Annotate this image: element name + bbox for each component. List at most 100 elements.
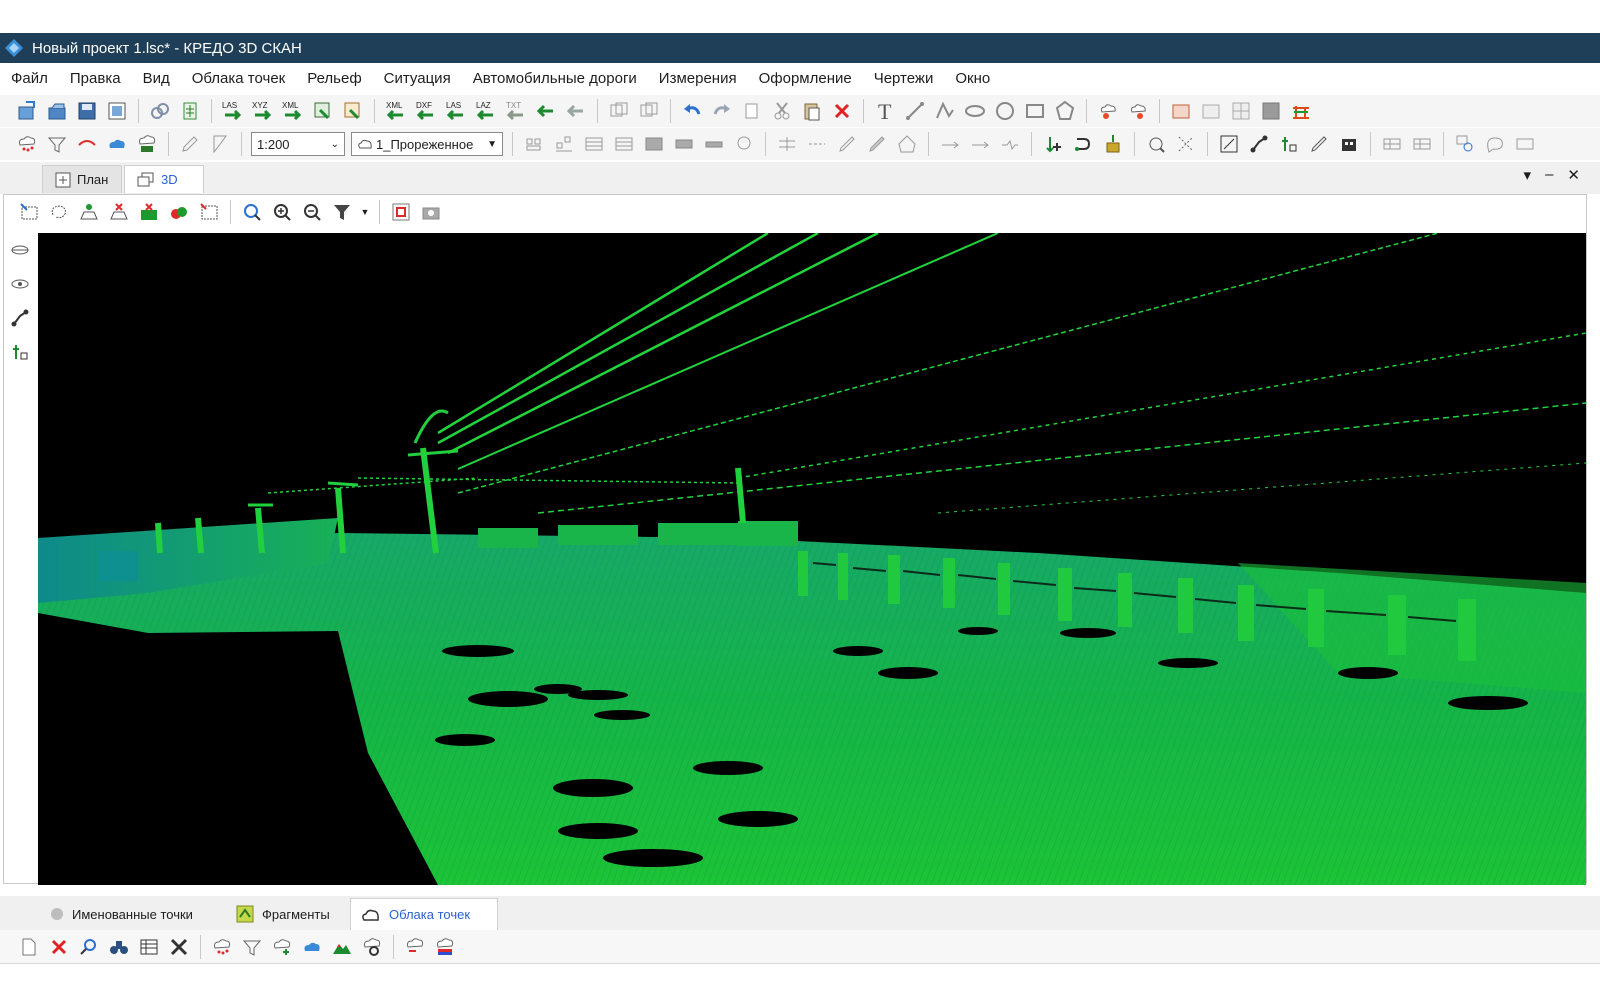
export-dxf-icon[interactable]: DXF: [413, 98, 439, 124]
binoculars-icon[interactable]: [106, 934, 132, 960]
cloud-blue-icon[interactable]: [104, 131, 130, 157]
text-tool-icon[interactable]: T: [872, 98, 898, 124]
arrow-line-icon[interactable]: [804, 131, 830, 157]
menu-measurements[interactable]: Измерения: [648, 70, 748, 87]
menu-roads[interactable]: Автомобильные дороги: [462, 70, 648, 87]
brush-icon[interactable]: [864, 131, 890, 157]
inspect-icon[interactable]: [1452, 131, 1478, 157]
save-all-icon[interactable]: [104, 98, 130, 124]
cloud-export-icon[interactable]: [1125, 98, 1151, 124]
add-point-icon[interactable]: [1040, 131, 1066, 157]
paste-icon[interactable]: [799, 98, 825, 124]
menu-point-clouds[interactable]: Облака точек: [181, 70, 297, 87]
cloud-filter-icon[interactable]: [239, 934, 265, 960]
menu-drawings[interactable]: Чертежи: [863, 70, 945, 87]
zoom-person-icon[interactable]: [239, 199, 265, 225]
cloud-filter-icon[interactable]: [44, 131, 70, 157]
menu-edit[interactable]: Правка: [59, 70, 132, 87]
export-green-icon[interactable]: [533, 98, 559, 124]
node-link-icon[interactable]: [1246, 131, 1272, 157]
object-icon[interactable]: [1100, 131, 1126, 157]
table-grid-icon[interactable]: [1379, 131, 1405, 157]
cloud-select[interactable]: 1_Прореженное ▼: [351, 132, 503, 156]
ellipse-tool-icon[interactable]: [962, 98, 988, 124]
line-tool-icon[interactable]: [902, 98, 928, 124]
select-frame-icon[interactable]: [16, 199, 42, 225]
node-edit-icon[interactable]: [7, 305, 33, 331]
align-icon[interactable]: [774, 131, 800, 157]
table5-icon[interactable]: [701, 131, 727, 157]
surface-icon[interactable]: [1168, 98, 1194, 124]
export-gray-icon[interactable]: [563, 98, 589, 124]
tree-point-icon[interactable]: [1276, 131, 1302, 157]
cloud-points-icon[interactable]: [14, 131, 40, 157]
break-line-icon[interactable]: [997, 131, 1023, 157]
polygon-tool-icon[interactable]: [1052, 98, 1078, 124]
flag-icon[interactable]: [207, 131, 233, 157]
clip-box-icon[interactable]: [196, 199, 222, 225]
layers-icon[interactable]: [177, 98, 203, 124]
remove-points-icon[interactable]: [136, 199, 162, 225]
3d-viewport[interactable]: [38, 233, 1586, 885]
filter-icon[interactable]: [329, 199, 355, 225]
delete-icon[interactable]: [829, 98, 855, 124]
table2-icon[interactable]: [611, 131, 637, 157]
import-xyz-icon[interactable]: XYZ: [250, 98, 276, 124]
minimize-button[interactable]: –: [1545, 166, 1553, 184]
pen-icon[interactable]: [834, 131, 860, 157]
polyline-tool-icon[interactable]: [932, 98, 958, 124]
table3-icon[interactable]: [641, 131, 667, 157]
tab-plan[interactable]: План: [42, 165, 122, 193]
zoom-out-icon[interactable]: [299, 199, 325, 225]
terrain-icon[interactable]: [329, 934, 355, 960]
menu-design[interactable]: Оформление: [748, 70, 863, 87]
zoom-extents-icon[interactable]: [1216, 131, 1242, 157]
window-menu-button[interactable]: ▾: [1524, 166, 1532, 184]
speech-icon[interactable]: [1482, 131, 1508, 157]
copy-frame-icon[interactable]: [606, 98, 632, 124]
menu-file[interactable]: Файл: [0, 70, 59, 87]
fill-icon[interactable]: [1258, 98, 1284, 124]
tab-fragments[interactable]: Фрагменты: [226, 898, 346, 930]
surface-grid-icon[interactable]: [1228, 98, 1254, 124]
tab-point-clouds[interactable]: Облака точек: [350, 898, 498, 930]
cloud-remove-icon[interactable]: [402, 934, 428, 960]
house-icon[interactable]: [894, 131, 920, 157]
open-icon[interactable]: [44, 98, 70, 124]
points-grid2-icon[interactable]: [551, 131, 577, 157]
comment-icon[interactable]: [1512, 131, 1538, 157]
import-image-icon[interactable]: [310, 98, 336, 124]
import-las-icon[interactable]: LAS: [220, 98, 246, 124]
layer-cloud-icon[interactable]: [7, 271, 33, 297]
tree-edit-icon[interactable]: [7, 339, 33, 365]
export-xml-icon[interactable]: XML: [383, 98, 409, 124]
link-icon[interactable]: [147, 98, 173, 124]
cloud-settings-icon[interactable]: [359, 934, 385, 960]
search-icon[interactable]: [76, 934, 102, 960]
layer-view-icon[interactable]: [7, 237, 33, 263]
pencil-markup-icon[interactable]: [1306, 131, 1332, 157]
undo-icon[interactable]: [679, 98, 705, 124]
table4-icon[interactable]: [671, 131, 697, 157]
menu-situation[interactable]: Ситуация: [373, 70, 462, 87]
table-grid2-icon[interactable]: [1409, 131, 1435, 157]
rectangle-tool-icon[interactable]: [1022, 98, 1048, 124]
close-button[interactable]: ✕: [1567, 166, 1580, 184]
classify-points-icon[interactable]: [166, 199, 192, 225]
select-lasso-icon[interactable]: [46, 199, 72, 225]
select-area-icon[interactable]: [1143, 131, 1169, 157]
filter-dropdown-icon[interactable]: ▼: [359, 199, 371, 225]
cloud-layer-icon[interactable]: [134, 131, 160, 157]
export-txt-icon[interactable]: TXT: [503, 98, 529, 124]
camera-icon[interactable]: [418, 199, 444, 225]
route-icon[interactable]: [1070, 131, 1096, 157]
import-drawing-icon[interactable]: [340, 98, 366, 124]
points-grid-icon[interactable]: [521, 131, 547, 157]
zoom-in-icon[interactable]: [269, 199, 295, 225]
new-document-icon[interactable]: [16, 934, 42, 960]
scale-select[interactable]: 1:200 ⌄: [251, 132, 345, 156]
surface-edit-icon[interactable]: [1198, 98, 1224, 124]
new-project-icon[interactable]: [14, 98, 40, 124]
properties-table-icon[interactable]: [136, 934, 162, 960]
cloud-points-icon[interactable]: [209, 934, 235, 960]
